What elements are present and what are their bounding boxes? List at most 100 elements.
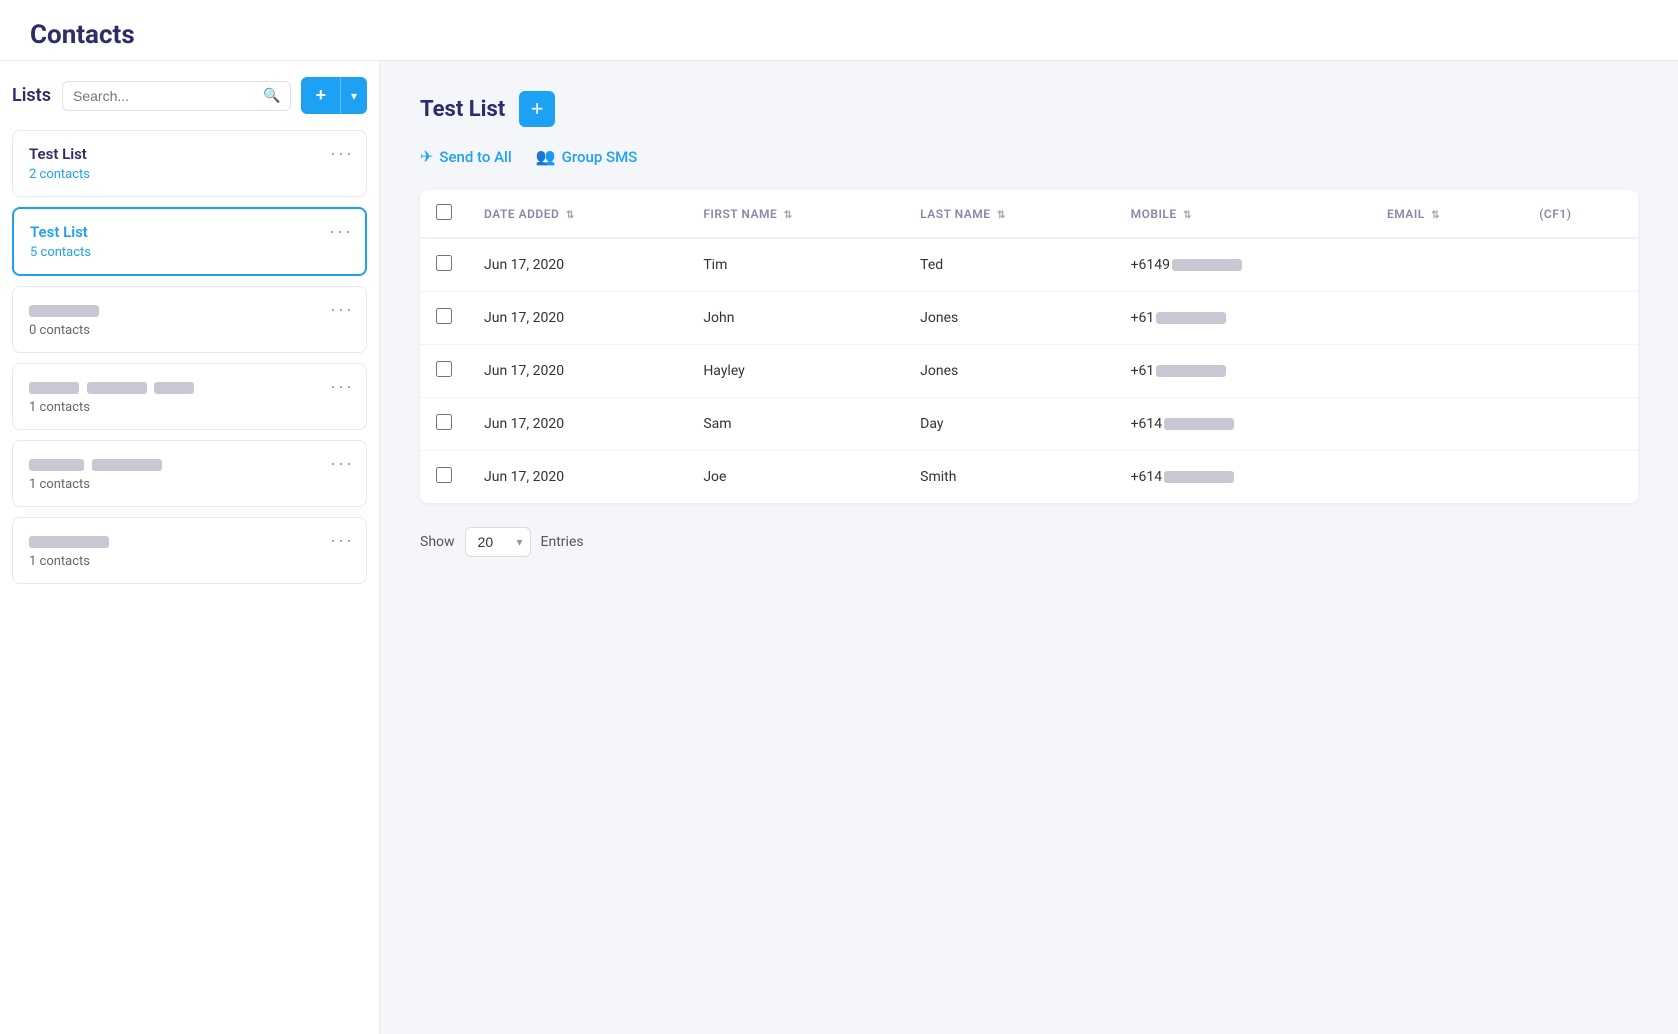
search-input[interactable]	[73, 88, 263, 104]
cell-date: Jun 17, 2020	[468, 345, 687, 398]
cell-date: Jun 17, 2020	[468, 292, 687, 345]
row-checkbox[interactable]	[436, 361, 452, 377]
table-row: Jun 17, 2020 Tim Ted +6149	[420, 238, 1638, 292]
blurred-name	[29, 536, 109, 548]
col-first-name: FIRST NAME ⇅	[687, 190, 904, 238]
mobile-value: +614	[1131, 469, 1235, 485]
list-item[interactable]: ··· 0 contacts	[12, 286, 367, 353]
sidebar: Lists 🔍 + ▾ ··· Test List 2 contacts ···	[0, 61, 380, 1034]
table-footer: Show 10 20 50 100 Entries	[420, 527, 1638, 557]
cell-first-name: Sam	[687, 398, 904, 451]
table-row: Jun 17, 2020 Hayley Jones +61	[420, 345, 1638, 398]
cell-mobile: +614	[1115, 398, 1371, 451]
cell-last-name: Jones	[904, 345, 1114, 398]
app-layout: Contacts Lists 🔍 + ▾ ··· Test List 2 con…	[0, 0, 1678, 1034]
list-title: Test List	[420, 97, 505, 122]
list-item-name	[29, 532, 350, 550]
row-checkbox[interactable]	[436, 255, 452, 271]
page-header: Contacts	[0, 0, 1678, 61]
mobile-blur	[1172, 259, 1242, 271]
list-item-active[interactable]: ··· Test List 5 contacts	[12, 207, 367, 276]
page-title: Contacts	[30, 20, 1648, 50]
cell-cf1	[1523, 451, 1638, 504]
col-date-added: DATE ADDED ⇅	[468, 190, 687, 238]
list-item[interactable]: ··· 1 contacts	[12, 517, 367, 584]
col-email: EMAIL ⇅	[1371, 190, 1523, 238]
row-checkbox-cell	[420, 345, 468, 398]
list-more-button[interactable]: ···	[330, 143, 354, 164]
main-content: Lists 🔍 + ▾ ··· Test List 2 contacts ···	[0, 61, 1678, 1034]
send-to-all-link[interactable]: ✈ Send to All	[420, 147, 512, 166]
sort-icon: ⇅	[566, 210, 575, 221]
cell-cf1	[1523, 292, 1638, 345]
blurred-name	[92, 459, 162, 471]
entries-label: Entries	[541, 534, 584, 550]
list-more-button[interactable]: ···	[329, 221, 353, 242]
list-more-button[interactable]: ···	[330, 453, 354, 474]
mobile-value: +614	[1131, 416, 1235, 432]
cell-email	[1371, 345, 1523, 398]
list-item[interactable]: ··· 1 contacts	[12, 440, 367, 507]
col-last-name: LAST NAME ⇅	[904, 190, 1114, 238]
row-checkbox-cell	[420, 238, 468, 292]
list-more-button[interactable]: ···	[330, 299, 354, 320]
cell-cf1	[1523, 398, 1638, 451]
row-checkbox[interactable]	[436, 414, 452, 430]
list-more-button[interactable]: ···	[330, 376, 354, 397]
sort-icon: ⇅	[997, 210, 1006, 221]
cell-date: Jun 17, 2020	[468, 238, 687, 292]
mobile-blur	[1156, 365, 1226, 377]
entries-select[interactable]: 10 20 50 100	[465, 527, 531, 557]
list-item[interactable]: ··· 1 contacts	[12, 363, 367, 430]
cell-date: Jun 17, 2020	[468, 398, 687, 451]
blurred-name	[29, 459, 84, 471]
row-checkbox[interactable]	[436, 467, 452, 483]
list-item-name: Test List	[30, 223, 349, 241]
add-list-button[interactable]: +	[301, 77, 340, 114]
blurred-name	[154, 382, 194, 394]
sort-icon: ⇅	[1431, 210, 1440, 221]
mobile-blur	[1164, 471, 1234, 483]
list-title-row: Test List +	[420, 91, 1638, 127]
select-all-checkbox[interactable]	[436, 204, 452, 220]
cell-email	[1371, 451, 1523, 504]
sort-icon: ⇅	[1183, 210, 1192, 221]
list-item-count: 1 contacts	[29, 554, 350, 569]
add-list-dropdown-button[interactable]: ▾	[340, 77, 367, 114]
list-item-name: Test List	[29, 145, 350, 163]
row-checkbox[interactable]	[436, 308, 452, 324]
col-cf1: (CF1)	[1523, 190, 1638, 238]
list-item[interactable]: ··· Test List 2 contacts	[12, 130, 367, 197]
blurred-name	[29, 305, 99, 317]
group-sms-link[interactable]: 👥 Group SMS	[536, 147, 638, 166]
row-checkbox-cell	[420, 451, 468, 504]
list-item-count: 2 contacts	[29, 167, 350, 182]
cell-cf1	[1523, 345, 1638, 398]
mobile-value: +6149	[1131, 257, 1242, 273]
sort-icon: ⇅	[784, 210, 793, 221]
sidebar-header: Lists 🔍 + ▾	[12, 77, 367, 114]
select-all-col	[420, 190, 468, 238]
cell-last-name: Ted	[904, 238, 1114, 292]
mobile-blur	[1156, 312, 1226, 324]
add-contact-button[interactable]: +	[519, 91, 555, 127]
cell-last-name: Jones	[904, 292, 1114, 345]
main-panel: Test List + ✈ Send to All 👥 Group SMS	[380, 61, 1678, 1034]
list-item-name	[29, 378, 350, 396]
cell-email	[1371, 238, 1523, 292]
cell-email	[1371, 292, 1523, 345]
list-item-name	[29, 301, 350, 319]
list-item-name	[29, 455, 350, 473]
cell-last-name: Smith	[904, 451, 1114, 504]
list-more-button[interactable]: ···	[330, 530, 354, 551]
list-item-count: 1 contacts	[29, 400, 350, 415]
list-item-count: 5 contacts	[30, 245, 349, 260]
cell-first-name: John	[687, 292, 904, 345]
mobile-value: +61	[1131, 363, 1227, 379]
list-item-count: 1 contacts	[29, 477, 350, 492]
cell-mobile: +6149	[1115, 238, 1371, 292]
cell-email	[1371, 398, 1523, 451]
table-row: Jun 17, 2020 Sam Day +614	[420, 398, 1638, 451]
cell-mobile: +614	[1115, 451, 1371, 504]
col-mobile: MOBILE ⇅	[1115, 190, 1371, 238]
